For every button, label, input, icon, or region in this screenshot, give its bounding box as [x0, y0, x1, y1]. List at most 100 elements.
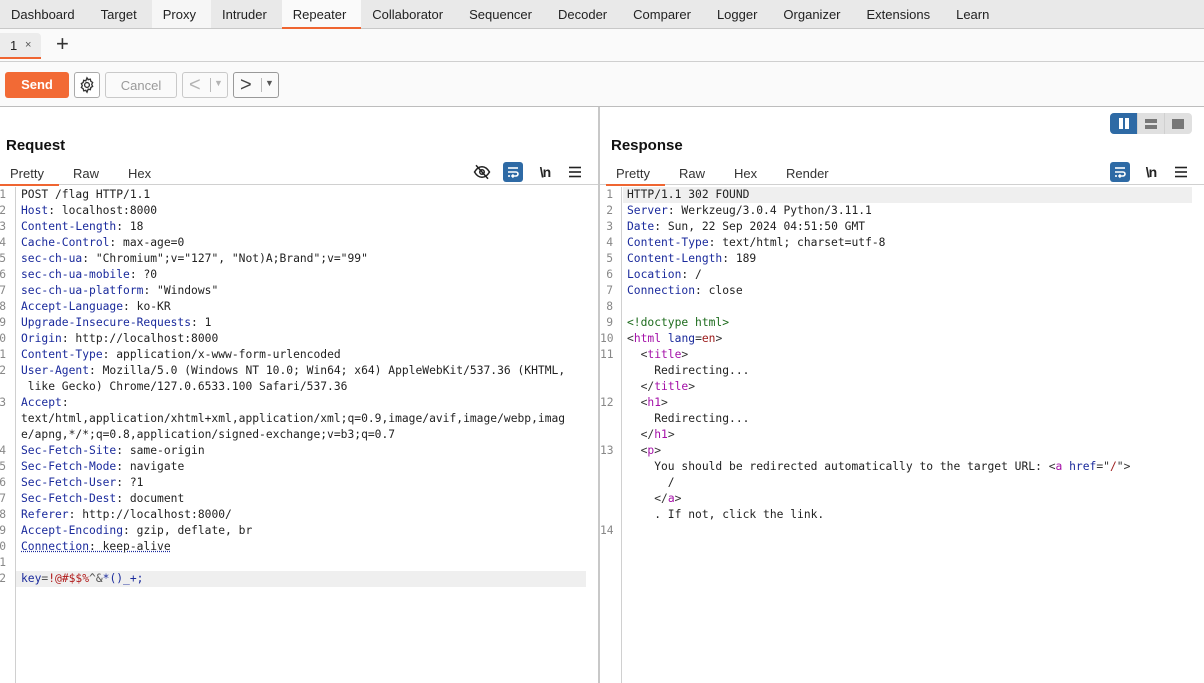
- html-token: <!doctype html>: [627, 316, 730, 329]
- forward-history-dropdown-icon[interactable]: ▼: [265, 78, 274, 88]
- line-number: 9: [0, 524, 6, 537]
- header-colon: :: [116, 460, 124, 473]
- nav-tab-collaborator[interactable]: Collaborator: [361, 0, 458, 28]
- code-line: 5 Content-Length: 189: [600, 251, 1204, 267]
- nav-tab-proxy[interactable]: Proxy: [151, 0, 211, 28]
- code-line: 2 key=!@#$$%^&*()_+;: [0, 571, 598, 587]
- header-name: Server: [627, 204, 668, 217]
- line-number: 0: [0, 332, 6, 345]
- line-content: Sec-Fetch-User: ?1: [21, 475, 586, 491]
- nav-tab-intruder[interactable]: Intruder: [211, 0, 282, 28]
- line-number: 4: [0, 236, 6, 249]
- line-content: Redirecting...: [627, 411, 1192, 427]
- header-value: close: [701, 284, 743, 297]
- code-line: 4 Cache-Control: max-age=0: [0, 235, 598, 251]
- response-tab-hex[interactable]: Hex: [734, 166, 757, 181]
- request-panel: Request Pretty Raw Hex \n 1 POST /flag HT…: [0, 107, 598, 683]
- nav-tab-logger[interactable]: Logger: [706, 0, 772, 28]
- nav-tab-organizer[interactable]: Organizer: [772, 0, 855, 28]
- back-button[interactable]: < ▼: [182, 72, 228, 98]
- line-number: 3: [0, 220, 6, 233]
- header-name: User-Agent: [21, 364, 90, 377]
- body-param-name: key: [21, 572, 42, 585]
- layout-side-by-side-button[interactable]: [1110, 113, 1137, 134]
- code-line: 7 Sec-Fetch-Dest: document: [0, 491, 598, 507]
- response-tab-pretty[interactable]: Pretty: [606, 166, 665, 186]
- line-content: Content-Length: 18: [21, 219, 586, 235]
- html-token: </: [627, 428, 655, 441]
- menu-icon[interactable]: [1171, 162, 1191, 182]
- header-colon: :: [89, 364, 96, 377]
- repeater-tab-1[interactable]: 1 ×: [0, 33, 41, 59]
- back-history-dropdown-icon[interactable]: ▼: [214, 78, 223, 88]
- nav-tab-comparer[interactable]: Comparer: [622, 0, 706, 28]
- line-content: User-Agent: Mozilla/5.0 (Windows NT 10.0…: [21, 363, 586, 379]
- html-token: <: [1048, 460, 1056, 473]
- code-line: text/html,application/xhtml+xml,applicat…: [0, 411, 598, 427]
- header-value: "Chromium";v="127", "Not)A;Brand";v="99": [89, 252, 368, 265]
- code-line: Redirecting...: [600, 411, 1204, 427]
- nav-tab-extensions[interactable]: Extensions: [856, 0, 946, 28]
- menu-icon[interactable]: [565, 162, 585, 182]
- show-newlines-icon[interactable]: \n: [1141, 162, 1161, 182]
- header-value: gzip, deflate, br: [129, 524, 253, 537]
- nav-tab-learn[interactable]: Learn: [945, 0, 1004, 28]
- nav-tab-decoder[interactable]: Decoder: [547, 0, 622, 28]
- header-colon: :: [116, 476, 124, 489]
- request-tab-raw[interactable]: Raw: [73, 166, 99, 181]
- response-tab-raw[interactable]: Raw: [679, 166, 705, 181]
- html-token: [661, 332, 668, 345]
- line-content: text/html,application/xhtml+xml,applicat…: [21, 411, 586, 427]
- response-tab-render[interactable]: Render: [786, 166, 829, 181]
- repeater-tab-label: 1: [10, 38, 18, 53]
- word-wrap-icon[interactable]: [1110, 162, 1130, 182]
- layout-single-button[interactable]: [1164, 113, 1191, 134]
- nav-tab-target[interactable]: Target: [90, 0, 152, 28]
- close-tab-icon[interactable]: ×: [25, 39, 31, 51]
- html-token: =: [695, 332, 702, 345]
- line-content: like Gecko) Chrome/127.0.6533.100 Safari…: [21, 379, 586, 395]
- line-number: 2: [0, 572, 6, 585]
- html-token: a: [667, 492, 675, 505]
- request-editor[interactable]: 1 POST /flag HTTP/1.1 2 Host: localhost:800…: [0, 187, 598, 683]
- nav-tab-dashboard[interactable]: Dashboard: [0, 0, 90, 28]
- cancel-button[interactable]: Cancel: [105, 72, 177, 98]
- line-content: sec-ch-ua-platform: "Windows": [21, 283, 586, 299]
- settings-button[interactable]: [74, 72, 100, 98]
- line-text: like Gecko) Chrome/127.0.6533.100 Safari…: [21, 380, 348, 393]
- response-editor[interactable]: 1 HTTP/1.1 302 FOUND 2 Server: Werkzeug/3.0…: [600, 187, 1204, 683]
- send-button[interactable]: Send: [5, 72, 69, 98]
- forward-button[interactable]: > ▼: [233, 72, 279, 98]
- html-token: >: [674, 492, 682, 505]
- line-text: e/apng,*/*;q=0.8,application/signed-exch…: [21, 428, 396, 441]
- request-tab-hex[interactable]: Hex: [128, 166, 151, 181]
- line-content: key=!@#$$%^&*()_+;: [16, 571, 586, 587]
- html-token: href: [1069, 460, 1097, 473]
- html-token: html: [633, 332, 662, 345]
- nav-tab-repeater[interactable]: Repeater: [281, 0, 362, 29]
- add-tab-button[interactable]: +: [56, 33, 69, 55]
- line-content: You should be redirected automatically t…: [627, 459, 1192, 475]
- line-text: HTTP/1.1 302 FOUND: [627, 188, 750, 201]
- line-content: <html lang=en>: [627, 331, 1192, 347]
- show-newlines-icon[interactable]: \n: [535, 162, 555, 182]
- header-name: Content-Type: [21, 348, 103, 361]
- html-token: >: [681, 348, 689, 361]
- code-line: 8: [600, 299, 1204, 315]
- line-number: 3: [0, 396, 6, 409]
- nav-tab-sequencer[interactable]: Sequencer: [458, 0, 547, 28]
- header-name: Host: [21, 204, 49, 217]
- line-content: Sec-Fetch-Mode: navigate: [21, 459, 586, 475]
- line-number: 3: [606, 220, 613, 233]
- html-token: >: [661, 396, 668, 409]
- header-value: /: [688, 268, 702, 281]
- layout-top-bottom-button[interactable]: [1137, 113, 1164, 134]
- line-content: <!doctype html>: [627, 315, 1192, 331]
- html-token: >: [667, 428, 675, 441]
- html-token: ">: [1116, 460, 1131, 473]
- body-param-value: !@#$$%: [48, 572, 90, 585]
- hide-nonprintable-icon[interactable]: [472, 162, 492, 182]
- request-tab-pretty[interactable]: Pretty: [0, 166, 59, 186]
- word-wrap-icon[interactable]: [503, 162, 523, 182]
- header-value: Werkzeug/3.0.4 Python/3.11.1: [674, 204, 872, 217]
